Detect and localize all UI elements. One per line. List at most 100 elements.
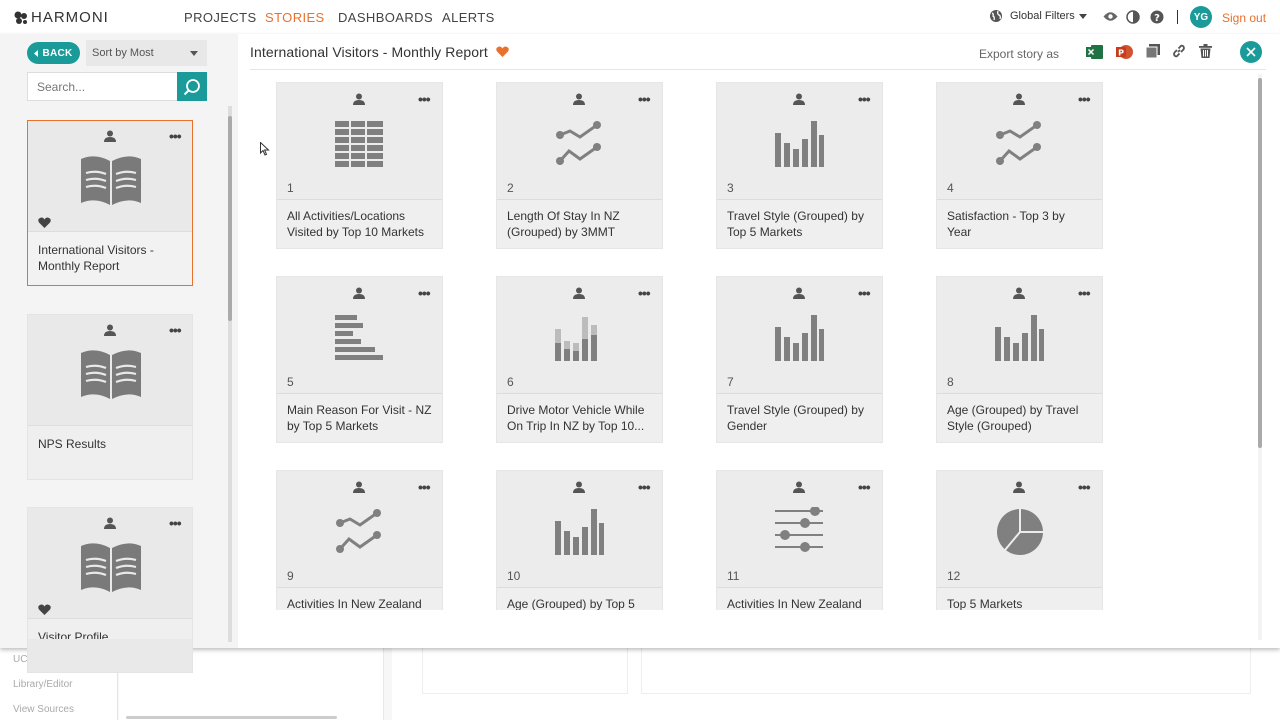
story-card[interactable]: ••• Visitor Profile <box>27 507 193 673</box>
more-options-icon[interactable]: ••• <box>638 479 651 495</box>
card-number: 3 <box>727 181 734 195</box>
story-content: International Visitors - Monthly Report … <box>238 34 1280 648</box>
background-scrollbar[interactable] <box>126 716 337 719</box>
visualization-card[interactable]: ••• 6 Drive Motor Vehicle While On Trip … <box>496 276 663 443</box>
more-options-icon[interactable]: ••• <box>1078 479 1091 495</box>
slider-chart-icon <box>775 507 823 552</box>
more-options-icon[interactable]: ••• <box>169 128 182 144</box>
copy-icon[interactable] <box>1146 44 1160 58</box>
mouse-cursor-icon <box>260 142 270 156</box>
back-button[interactable]: BACK <box>27 42 80 64</box>
visualization-card[interactable]: ••• 5 Main Reason For Visit - NZ by Top … <box>276 276 443 443</box>
scrollbar-thumb[interactable] <box>228 116 232 321</box>
bg-item-library-editor: Library/Editor <box>13 679 73 690</box>
card-number: 2 <box>507 181 514 195</box>
story-card-title: International Visitors - Monthly Report <box>28 231 192 285</box>
heart-icon[interactable] <box>38 604 51 616</box>
eye-icon[interactable] <box>1103 11 1118 22</box>
visualization-card[interactable]: ••• 4 Satisfaction - Top 3 by Year <box>936 82 1103 249</box>
contrast-icon[interactable] <box>1126 10 1140 24</box>
more-options-icon[interactable]: ••• <box>1078 91 1091 107</box>
sign-out-link[interactable]: Sign out <box>1222 11 1266 25</box>
user-icon <box>573 481 585 493</box>
bar-chart-icon <box>775 315 824 361</box>
content-scrollbar[interactable] <box>1258 74 1262 640</box>
chevron-left-icon <box>34 49 39 57</box>
line-chart-icon <box>996 121 1041 165</box>
card-number: 7 <box>727 375 734 389</box>
nav-dashboards[interactable]: DASHBOARDS <box>338 10 433 25</box>
visualization-card[interactable]: ••• 12 Top 5 Markets <box>936 470 1103 610</box>
card-title: All Activities/Locations Visited by Top … <box>277 199 442 248</box>
bar-chart-icon <box>775 121 824 167</box>
visualization-card[interactable]: ••• 9 Activities In New Zealand <box>276 470 443 610</box>
line-chart-icon <box>556 121 601 165</box>
pie-chart-icon <box>997 509 1043 555</box>
user-icon <box>104 324 116 336</box>
svg-text:P: P <box>1118 49 1124 58</box>
search-icon <box>183 78 200 95</box>
visualization-card[interactable]: ••• 8 Age (Grouped) by Travel Style (Gro… <box>936 276 1103 443</box>
visualization-card[interactable]: ••• 2 Length Of Stay In NZ (Grouped) by … <box>496 82 663 249</box>
user-icon <box>793 287 805 299</box>
search-input[interactable]: Search... <box>27 72 177 101</box>
user-icon <box>573 287 585 299</box>
story-card-title: NPS Results <box>28 425 192 479</box>
story-card-selected[interactable]: ••• International Visitors - Monthly Rep… <box>27 120 193 286</box>
visualization-card[interactable]: ••• 10 Age (Grouped) by Top 5 <box>496 470 663 610</box>
top-navigation: HARMONI PROJECTS STORIES DASHBOARDS ALER… <box>0 0 1280 34</box>
user-icon <box>573 93 585 105</box>
horizontal-bar-chart-icon <box>335 315 383 360</box>
card-number: 6 <box>507 375 514 389</box>
visualization-card[interactable]: ••• 1 All Activities/Locations Visited b… <box>276 82 443 249</box>
export-label: Export story as <box>979 47 1060 61</box>
more-options-icon[interactable]: ••• <box>418 91 431 107</box>
story-list-sidebar: BACK Sort by Most Search... ••• Internat… <box>0 34 238 673</box>
close-button[interactable] <box>1240 41 1262 63</box>
user-avatar[interactable]: YG <box>1190 6 1212 28</box>
global-filters-label: Global Filters <box>1010 10 1075 22</box>
nav-alerts[interactable]: ALERTS <box>442 10 495 25</box>
heart-icon[interactable] <box>496 46 509 58</box>
scrollbar-thumb[interactable] <box>1258 78 1262 448</box>
more-options-icon[interactable]: ••• <box>858 91 871 107</box>
brand-logo[interactable]: HARMONI <box>14 9 109 26</box>
story-card[interactable]: ••• NPS Results <box>27 314 193 480</box>
sidebar-scrollbar[interactable] <box>228 106 232 642</box>
more-options-icon[interactable]: ••• <box>1078 285 1091 301</box>
global-filters-dropdown[interactable]: Global Filters <box>989 9 1087 23</box>
card-number: 9 <box>287 569 294 583</box>
user-icon <box>353 93 365 105</box>
book-icon <box>81 543 141 592</box>
visualization-card[interactable]: ••• 7 Travel Style (Grouped) by Gender <box>716 276 883 443</box>
more-options-icon[interactable]: ••• <box>418 285 431 301</box>
search-button[interactable] <box>177 72 207 101</box>
card-number: 4 <box>947 181 954 195</box>
nav-divider <box>1177 10 1178 24</box>
card-title: Age (Grouped) by Travel Style (Grouped) <box>937 393 1102 442</box>
user-icon <box>104 517 116 529</box>
more-options-icon[interactable]: ••• <box>858 479 871 495</box>
heart-icon[interactable] <box>38 217 51 229</box>
harmoni-logo-icon <box>14 11 27 24</box>
more-options-icon[interactable]: ••• <box>638 285 651 301</box>
visualization-card[interactable]: ••• 11 Activities In New Zealand <box>716 470 883 610</box>
trash-icon[interactable] <box>1199 44 1212 58</box>
excel-icon[interactable] <box>1086 44 1103 60</box>
more-options-icon[interactable]: ••• <box>638 91 651 107</box>
sort-select[interactable]: Sort by Most <box>86 40 207 66</box>
help-icon[interactable]: ? <box>1150 10 1164 24</box>
table-icon <box>335 121 383 167</box>
visualization-card[interactable]: ••• 3 Travel Style (Grouped) by Top 5 Ma… <box>716 82 883 249</box>
nav-projects[interactable]: PROJECTS <box>184 10 257 25</box>
powerpoint-icon[interactable]: P <box>1116 44 1133 60</box>
nav-stories[interactable]: STORIES <box>265 10 325 25</box>
story-title: International Visitors - Monthly Report <box>250 44 488 60</box>
more-options-icon[interactable]: ••• <box>169 515 182 531</box>
more-options-icon[interactable]: ••• <box>858 285 871 301</box>
more-options-icon[interactable]: ••• <box>169 322 182 338</box>
more-options-icon[interactable]: ••• <box>418 479 431 495</box>
visualization-grid: ••• 1 All Activities/Locations Visited b… <box>276 82 1106 610</box>
sort-label: Sort by Most <box>92 47 154 59</box>
link-icon[interactable] <box>1172 44 1186 58</box>
